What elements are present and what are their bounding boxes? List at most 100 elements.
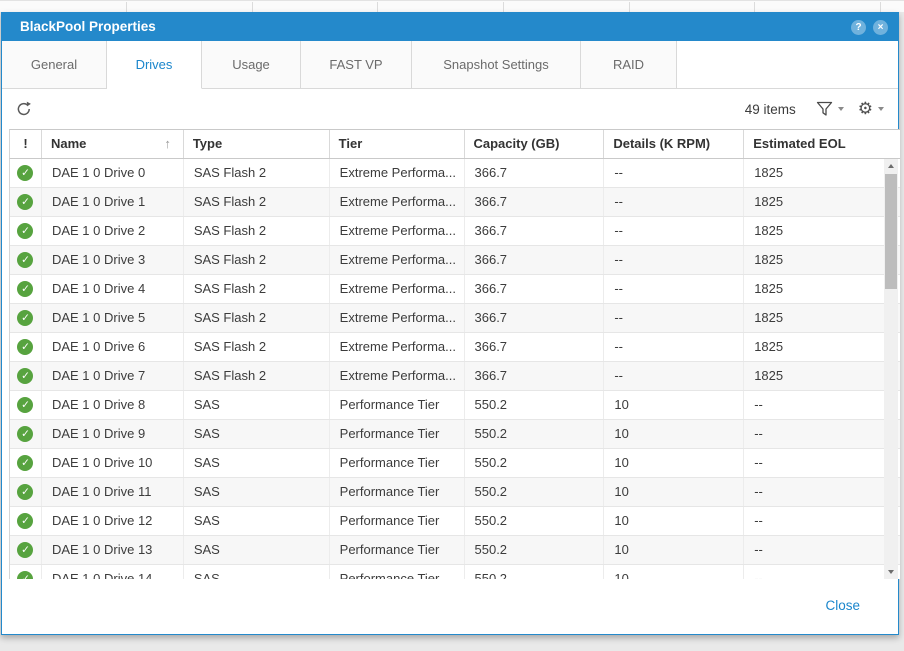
column-header-[interactable]: ! [10, 130, 42, 158]
status-cell: ✓ [10, 159, 42, 187]
status-ok-icon: ✓ [17, 281, 33, 297]
tier-cell: Performance Tier [330, 507, 465, 535]
status-cell: ✓ [10, 333, 42, 361]
tab-general[interactable]: General [2, 41, 107, 89]
table-row[interactable]: ✓DAE 1 0 Drive 1SAS Flash 2Extreme Perfo… [10, 188, 900, 217]
tier-cell: Extreme Performa... [330, 159, 465, 187]
type-cell: SAS [184, 478, 330, 506]
tier-cell: Extreme Performa... [330, 275, 465, 303]
capacity-cell: 366.7 [465, 304, 605, 332]
eol-cell: 1825 [744, 304, 900, 332]
status-cell: ✓ [10, 304, 42, 332]
column-header-capacity-gb[interactable]: Capacity (GB) [465, 130, 605, 158]
table-row[interactable]: ✓DAE 1 0 Drive 12SASPerformance Tier550.… [10, 507, 900, 536]
tier-cell: Performance Tier [330, 420, 465, 448]
name-cell: DAE 1 0 Drive 9 [42, 420, 184, 448]
gear-icon: ⚙ [858, 100, 873, 118]
column-header-type[interactable]: Type [184, 130, 330, 158]
capacity-cell: 550.2 [465, 478, 605, 506]
details-cell: 10 [604, 420, 744, 448]
eol-cell: -- [744, 420, 900, 448]
name-cell: DAE 1 0 Drive 7 [42, 362, 184, 390]
capacity-cell: 550.2 [465, 449, 605, 477]
close-icon[interactable]: × [873, 20, 888, 35]
capacity-cell: 366.7 [465, 188, 605, 216]
tab-usage[interactable]: Usage [202, 41, 301, 89]
status-cell: ✓ [10, 536, 42, 564]
details-cell: 10 [604, 507, 744, 535]
scroll-up-arrow-icon[interactable] [884, 159, 898, 173]
column-header-details-k-rpm[interactable]: Details (K RPM) [604, 130, 744, 158]
table-row[interactable]: ✓DAE 1 0 Drive 6SAS Flash 2Extreme Perfo… [10, 333, 900, 362]
details-cell: -- [604, 333, 744, 361]
type-cell: SAS Flash 2 [184, 362, 330, 390]
table-row[interactable]: ✓DAE 1 0 Drive 0SAS Flash 2Extreme Perfo… [10, 159, 900, 188]
type-cell: SAS Flash 2 [184, 217, 330, 245]
sort-ascending-icon: ↑ [164, 130, 171, 158]
status-cell: ✓ [10, 362, 42, 390]
tab-drives[interactable]: Drives [107, 41, 202, 89]
filter-icon [816, 101, 833, 117]
name-cell: DAE 1 0 Drive 6 [42, 333, 184, 361]
table-row[interactable]: ✓DAE 1 0 Drive 3SAS Flash 2Extreme Perfo… [10, 246, 900, 275]
tier-cell: Performance Tier [330, 565, 465, 579]
eol-cell: 1825 [744, 333, 900, 361]
status-ok-icon: ✓ [17, 368, 33, 384]
type-cell: SAS [184, 565, 330, 579]
name-cell: DAE 1 0 Drive 0 [42, 159, 184, 187]
help-icon[interactable]: ? [851, 20, 866, 35]
status-ok-icon: ✓ [17, 252, 33, 268]
column-header-estimated-eol[interactable]: Estimated EOL [744, 130, 900, 158]
name-cell: DAE 1 0 Drive 12 [42, 507, 184, 535]
status-cell: ✓ [10, 420, 42, 448]
status-ok-icon: ✓ [17, 397, 33, 413]
toolbar-right: 49 items ⚙ [745, 89, 884, 129]
tab-fast-vp[interactable]: FAST VP [301, 41, 412, 89]
eol-cell: 1825 [744, 159, 900, 187]
name-cell: DAE 1 0 Drive 14 [42, 565, 184, 579]
status-ok-icon: ✓ [17, 484, 33, 500]
items-count: 49 items [745, 102, 796, 117]
table-row[interactable]: ✓DAE 1 0 Drive 9SASPerformance Tier550.2… [10, 420, 900, 449]
tier-cell: Extreme Performa... [330, 362, 465, 390]
table-row[interactable]: ✓DAE 1 0 Drive 11SASPerformance Tier550.… [10, 478, 900, 507]
column-header-name[interactable]: Name↑ [42, 130, 184, 158]
capacity-cell: 366.7 [465, 362, 605, 390]
refresh-button[interactable] [15, 100, 33, 118]
eol-cell: -- [744, 536, 900, 564]
name-cell: DAE 1 0 Drive 11 [42, 478, 184, 506]
table-row[interactable]: ✓DAE 1 0 Drive 14SASPerformance Tier550.… [10, 565, 900, 579]
eol-cell: 1825 [744, 217, 900, 245]
scroll-down-arrow-icon[interactable] [884, 565, 898, 579]
vertical-scrollbar[interactable] [884, 159, 898, 579]
name-cell: DAE 1 0 Drive 13 [42, 536, 184, 564]
eol-cell: 1825 [744, 362, 900, 390]
settings-button[interactable]: ⚙ [858, 100, 884, 118]
table-toolbar: 49 items ⚙ [2, 89, 898, 129]
close-button[interactable]: Close [825, 598, 860, 613]
tab-snapshot-settings[interactable]: Snapshot Settings [412, 41, 581, 89]
capacity-cell: 550.2 [465, 536, 605, 564]
table-header: !Name↑TypeTierCapacity (GB)Details (K RP… [9, 129, 900, 159]
status-ok-icon: ✓ [17, 310, 33, 326]
status-cell: ✓ [10, 275, 42, 303]
tab-raid[interactable]: RAID [581, 41, 677, 89]
filter-button[interactable] [816, 101, 844, 117]
capacity-cell: 366.7 [465, 217, 605, 245]
table-row[interactable]: ✓DAE 1 0 Drive 13SASPerformance Tier550.… [10, 536, 900, 565]
table-row[interactable]: ✓DAE 1 0 Drive 5SAS Flash 2Extreme Perfo… [10, 304, 900, 333]
status-ok-icon: ✓ [17, 165, 33, 181]
name-cell: DAE 1 0 Drive 1 [42, 188, 184, 216]
table-row[interactable]: ✓DAE 1 0 Drive 4SAS Flash 2Extreme Perfo… [10, 275, 900, 304]
scrollbar-thumb[interactable] [885, 174, 897, 289]
details-cell: -- [604, 246, 744, 274]
column-header-tier[interactable]: Tier [330, 130, 465, 158]
dialog-title: BlackPool Properties [20, 13, 156, 41]
table-row[interactable]: ✓DAE 1 0 Drive 10SASPerformance Tier550.… [10, 449, 900, 478]
tab-bar-filler [677, 41, 898, 89]
name-cell: DAE 1 0 Drive 2 [42, 217, 184, 245]
table-row[interactable]: ✓DAE 1 0 Drive 2SAS Flash 2Extreme Perfo… [10, 217, 900, 246]
table-row[interactable]: ✓DAE 1 0 Drive 8SASPerformance Tier550.2… [10, 391, 900, 420]
status-ok-icon: ✓ [17, 339, 33, 355]
table-row[interactable]: ✓ DAE 1 0 Drive 7SAS Flash 2Extreme Perfo… [10, 362, 900, 391]
